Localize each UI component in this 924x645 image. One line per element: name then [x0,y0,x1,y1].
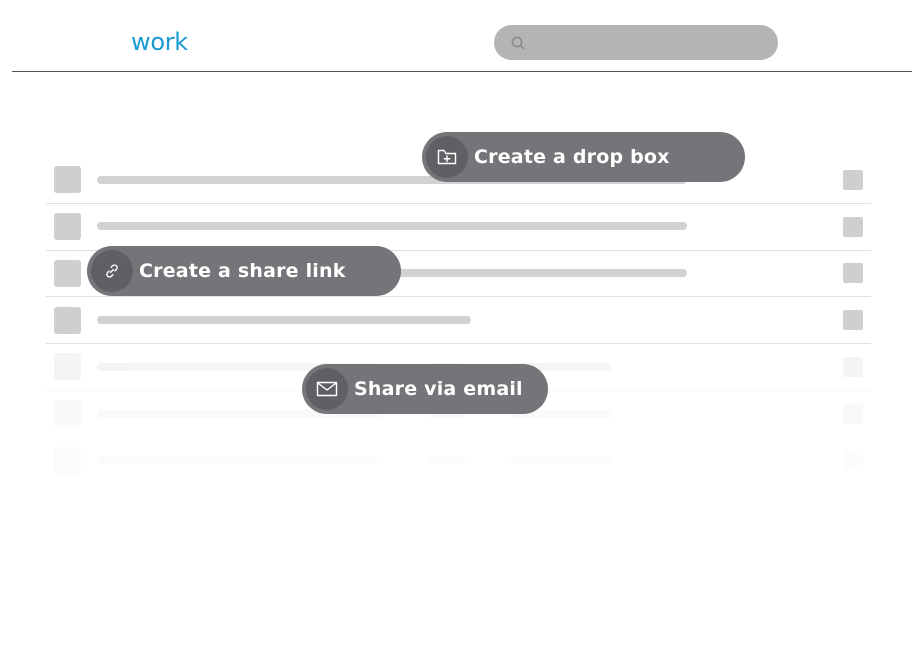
file-thumbnail [54,400,81,427]
create-share-link-label: Create a share link [139,260,346,282]
create-drop-box-label: Create a drop box [474,146,670,168]
file-meta-placeholder [510,456,611,464]
file-name-placeholder [97,456,383,464]
create-share-link-button[interactable]: Create a share link [87,246,401,296]
file-thumbnail [54,447,81,474]
file-thumbnail [54,307,81,334]
row-checkbox[interactable] [843,170,863,190]
file-name-placeholder [97,222,687,230]
share-via-email-label: Share via email [354,378,523,400]
row-checkbox[interactable] [843,310,863,330]
list-item[interactable] [46,437,871,484]
row-checkbox[interactable] [843,404,863,424]
row-checkbox[interactable] [843,217,863,237]
share-via-email-button[interactable]: Share via email [302,364,548,414]
link-icon [91,250,133,292]
file-thumbnail [54,353,81,380]
file-thumbnail [54,260,81,287]
folder-plus-icon [426,136,468,178]
list-item[interactable] [46,204,871,251]
create-drop-box-button[interactable]: Create a drop box [422,132,745,182]
search-icon [511,36,525,50]
file-meta-placeholder [429,456,465,464]
file-thumbnail [54,213,81,240]
mail-icon [306,368,348,410]
row-checkbox[interactable] [843,263,863,283]
row-checkbox[interactable] [843,357,863,377]
app-header: work [0,0,924,72]
app-logo[interactable]: work [131,27,188,57]
file-thumbnail [54,166,81,193]
header-divider [12,71,912,72]
file-name-placeholder [97,316,471,324]
search-input[interactable] [494,25,778,60]
list-item[interactable] [46,297,871,344]
row-checkbox[interactable] [843,450,863,470]
